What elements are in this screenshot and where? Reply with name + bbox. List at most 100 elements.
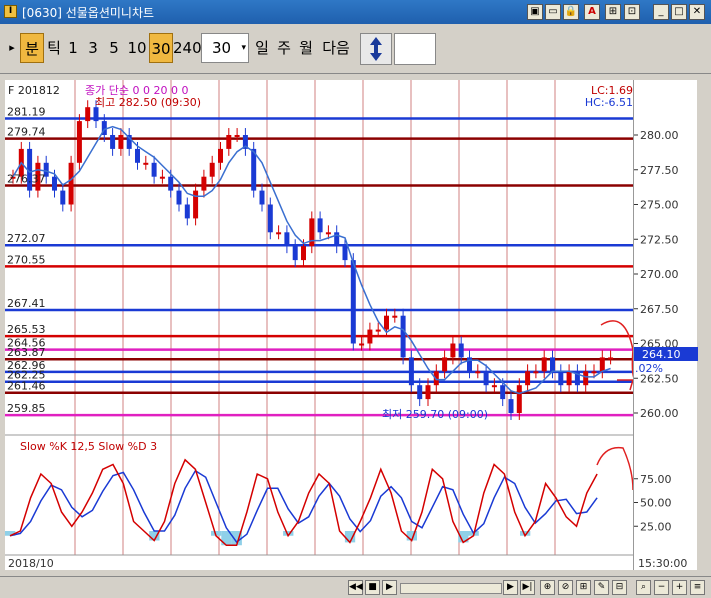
candle-body <box>93 107 99 122</box>
candle-body <box>458 343 464 358</box>
tool3-icon[interactable]: ⊞ <box>576 580 591 595</box>
scroll-track[interactable] <box>400 583 502 594</box>
zoom-icon[interactable]: ⌕ <box>636 580 651 595</box>
period-week-button[interactable]: 주 <box>274 33 294 63</box>
maximize-icon[interactable]: □ <box>671 4 687 20</box>
interval-30-button[interactable]: 30 <box>149 33 173 63</box>
candle-body <box>367 329 373 344</box>
candle-body <box>483 371 489 386</box>
candle-body <box>85 107 91 122</box>
grid-icon[interactable]: ⊞ <box>605 4 621 20</box>
axis-tick-label: 260.00 <box>640 407 679 420</box>
candle-body <box>309 218 315 247</box>
candle-body <box>516 385 522 413</box>
scroll-right-icon[interactable]: ▶ <box>503 580 518 595</box>
candle-body <box>52 176 57 191</box>
candle-body <box>284 232 290 247</box>
candle-body <box>143 162 149 165</box>
candle-body <box>392 315 398 318</box>
window-icon[interactable]: ▭ <box>545 4 561 20</box>
interval-240-button[interactable]: 240 <box>173 33 202 63</box>
level-label: 281.19 <box>7 105 46 118</box>
low-label: 최저 259.70 (09:00) <box>382 408 488 421</box>
candle-body <box>234 135 240 137</box>
hc-label: HC:-6.51 <box>585 96 633 109</box>
candle-body <box>201 176 207 191</box>
slow-k-line <box>9 458 598 547</box>
candle-body <box>68 162 74 205</box>
lock-icon[interactable]: 🔒 <box>563 4 579 20</box>
tool1-icon[interactable]: ⊕ <box>540 580 555 595</box>
tool5-icon[interactable]: ⊟ <box>612 580 627 595</box>
window-title: [0630] 선물옵션미니차트 <box>22 6 155 20</box>
stop-icon[interactable]: ■ <box>365 580 380 595</box>
candle-body <box>533 371 539 374</box>
zoom-out-icon[interactable]: − <box>654 580 669 595</box>
candle-body <box>168 176 174 191</box>
level-label: 263.87 <box>7 346 46 359</box>
candle-body <box>135 148 140 163</box>
status-bar: ◀◀ ■ ▶ ▶ ▶| ⊕ ⊘ ⊞ ✎ ⊟ ⌕ − + ≡ <box>0 576 711 598</box>
minimize-icon[interactable]: _ <box>653 4 669 20</box>
rewind-icon[interactable]: ◀◀ <box>348 580 363 595</box>
axis-tick-label: 272.50 <box>640 233 679 246</box>
axis-tick-label: 277.50 <box>640 164 679 177</box>
play-icon[interactable]: ▶ <box>382 580 397 595</box>
layout-icon[interactable]: ▣ <box>527 4 543 20</box>
candle-body <box>110 135 116 149</box>
candle-body <box>342 246 348 261</box>
tool2-icon[interactable]: ⊘ <box>558 580 573 595</box>
axis-tick-label: 275.00 <box>640 199 679 212</box>
period-month-button[interactable]: 월 <box>296 33 316 63</box>
candle-body <box>259 190 265 205</box>
chart-symbol: F 201812 <box>8 84 60 97</box>
candle-body <box>500 385 506 400</box>
chart-area[interactable]: F 201812 종가 단순 0 0 20 0 0 최고 282.50 (09:… <box>5 80 636 570</box>
candle-body <box>491 385 497 388</box>
app-icon: I <box>4 5 17 18</box>
blank-box[interactable] <box>394 33 436 65</box>
level-label: 267.41 <box>7 297 46 310</box>
tab-tick[interactable]: 틱 <box>44 33 64 63</box>
end-icon[interactable]: ▶| <box>520 580 535 595</box>
candle-body <box>151 162 157 177</box>
candle-body <box>118 135 124 149</box>
interval-10-button[interactable]: 10 <box>125 33 149 63</box>
tab-minute[interactable]: 분 <box>20 33 44 63</box>
chart-svg: F 201812 종가 단순 0 0 20 0 0 최고 282.50 (09:… <box>5 80 636 570</box>
updown-arrow-icon[interactable] <box>360 33 392 65</box>
price-axis[interactable]: 280.00 277.50 275.00 272.50 270.00 267.50 265.… <box>624 80 698 570</box>
font-icon[interactable]: A <box>584 4 600 20</box>
interval-1-button[interactable]: 1 <box>64 33 82 63</box>
axis-tick-label: 267.50 <box>640 303 679 316</box>
interval-3-button[interactable]: 3 <box>84 33 102 63</box>
stoch-annotation-curve <box>596 446 634 491</box>
zoom-in-icon[interactable]: + <box>672 580 687 595</box>
moving-average-line <box>12 125 611 395</box>
level-label: 259.85 <box>7 402 46 415</box>
tool4-icon[interactable]: ✎ <box>594 580 609 595</box>
candle-body <box>608 357 614 360</box>
candle-body <box>350 260 356 344</box>
prev-arrow-icon[interactable]: ▸ <box>5 33 19 63</box>
interval-value: 30 <box>212 39 232 57</box>
next-button[interactable]: 다음 <box>318 33 354 63</box>
interval-select[interactable]: 30 ▾ <box>201 33 249 63</box>
level-label: 276.37 <box>7 172 46 185</box>
candle-body <box>525 371 531 386</box>
stoch-tick-label: 50.00 <box>640 497 672 510</box>
candle-body <box>566 371 572 386</box>
close-icon[interactable]: ✕ <box>689 4 705 20</box>
level-label: 279.74 <box>7 126 46 139</box>
candle-body <box>450 343 456 358</box>
candle-body <box>425 385 431 400</box>
candle-body <box>375 329 381 332</box>
settings-icon[interactable]: ≡ <box>690 580 705 595</box>
candle-body <box>359 343 365 346</box>
candle-body <box>193 190 199 219</box>
candle-body <box>226 135 232 149</box>
interval-5-button[interactable]: 5 <box>104 33 124 63</box>
pin-icon[interactable]: ⊡ <box>624 4 640 20</box>
period-day-button[interactable]: 일 <box>252 33 272 63</box>
candle-body <box>292 246 298 261</box>
